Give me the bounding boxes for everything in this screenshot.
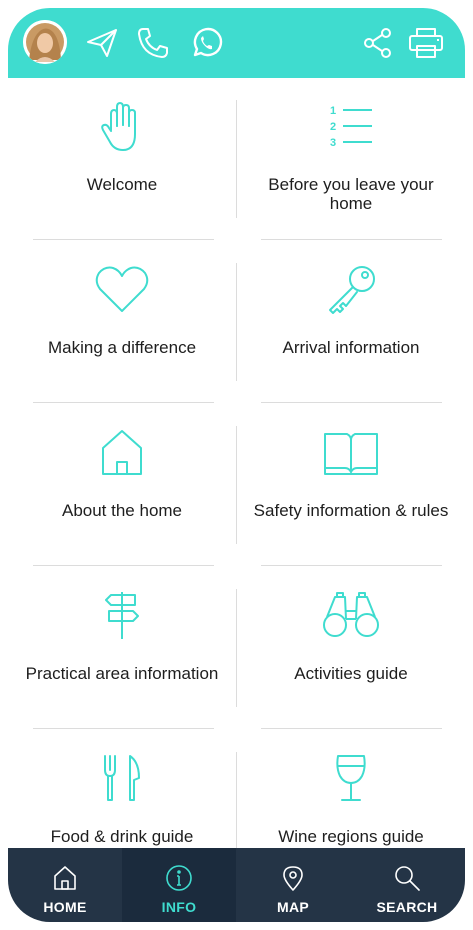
binoculars-icon bbox=[237, 589, 465, 643]
tile-label: Practical area information bbox=[25, 664, 219, 683]
list-number: 2 bbox=[330, 121, 336, 133]
home-icon bbox=[8, 864, 122, 892]
info-grid: Welcome 1 2 3 Before you leave your home… bbox=[8, 78, 465, 856]
nav-info[interactable]: INFO bbox=[122, 848, 236, 922]
tile-safety-information[interactable]: Safety information & rules bbox=[237, 404, 465, 567]
phone-icon[interactable] bbox=[135, 25, 171, 61]
search-icon bbox=[350, 864, 464, 892]
paper-plane-icon[interactable] bbox=[84, 25, 120, 61]
info-icon bbox=[122, 864, 236, 892]
wine-glass-icon bbox=[237, 752, 465, 806]
whatsapp-icon[interactable] bbox=[188, 25, 224, 61]
cutlery-icon bbox=[8, 752, 236, 806]
tile-label: Arrival information bbox=[282, 338, 420, 357]
tile-welcome[interactable]: Welcome bbox=[8, 78, 236, 241]
tile-label: Welcome bbox=[86, 175, 158, 194]
tile-label: Activities guide bbox=[294, 664, 408, 683]
tile-making-a-difference[interactable]: Making a difference bbox=[8, 241, 236, 404]
nav-home[interactable]: HOME bbox=[8, 848, 122, 922]
key-icon bbox=[237, 263, 465, 317]
nav-label: SEARCH bbox=[376, 899, 438, 915]
map-pin-icon bbox=[236, 864, 350, 892]
tile-label: Making a difference bbox=[47, 338, 197, 357]
printer-icon[interactable] bbox=[408, 25, 444, 61]
hand-icon bbox=[8, 100, 236, 154]
tile-label: Safety information & rules bbox=[253, 501, 449, 520]
top-bar bbox=[8, 8, 465, 78]
bottom-nav: HOME INFO MAP SEARCH bbox=[8, 848, 465, 922]
tile-practical-area-information[interactable]: Practical area information bbox=[8, 567, 236, 730]
book-icon bbox=[237, 426, 465, 480]
tile-label: Wine regions guide bbox=[278, 827, 424, 846]
nav-label: MAP bbox=[276, 899, 309, 915]
tile-arrival-information[interactable]: Arrival information bbox=[237, 241, 465, 404]
tile-label: About the home bbox=[61, 501, 183, 520]
nav-search[interactable]: SEARCH bbox=[350, 848, 464, 922]
share-icon[interactable] bbox=[360, 25, 396, 61]
list-number: 3 bbox=[330, 137, 336, 149]
nav-map[interactable]: MAP bbox=[236, 848, 350, 922]
list-number: 1 bbox=[330, 105, 336, 117]
avatar[interactable] bbox=[23, 20, 67, 64]
tile-activities-guide[interactable]: Activities guide bbox=[237, 567, 465, 730]
house-icon bbox=[8, 426, 236, 480]
tile-before-you-leave[interactable]: 1 2 3 Before you leave your home bbox=[237, 78, 465, 241]
nav-label: INFO bbox=[161, 899, 197, 915]
nav-label: HOME bbox=[43, 899, 87, 915]
heart-icon bbox=[8, 263, 236, 317]
signpost-icon bbox=[8, 589, 236, 643]
tile-about-the-home[interactable]: About the home bbox=[8, 404, 236, 567]
tile-label: Before you leave your home bbox=[268, 175, 434, 213]
numbered-list-icon: 1 2 3 bbox=[237, 100, 465, 154]
phone-frame: Welcome 1 2 3 Before you leave your home… bbox=[8, 8, 465, 922]
tile-label: Food & drink guide bbox=[50, 827, 194, 846]
